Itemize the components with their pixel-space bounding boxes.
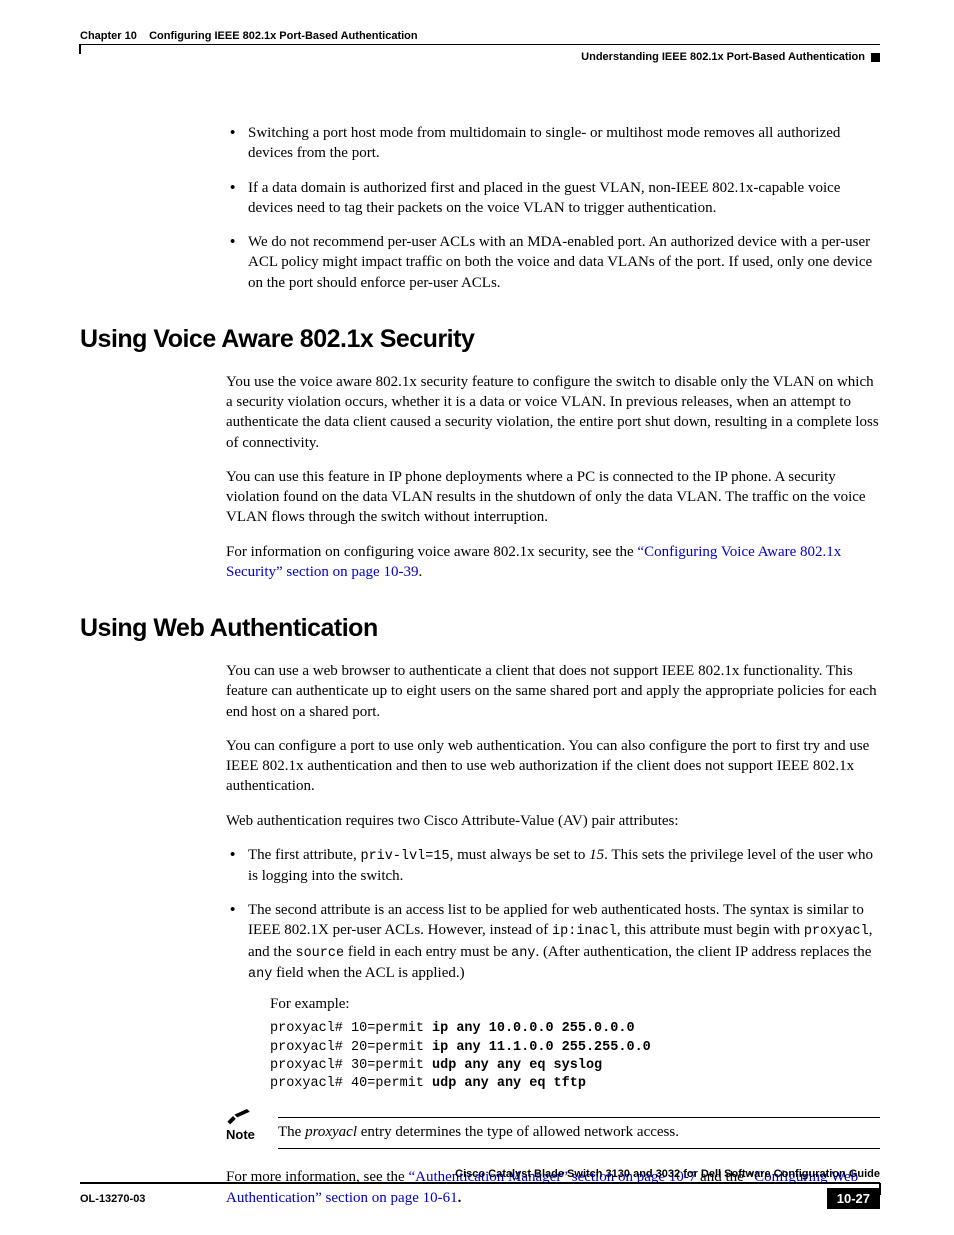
code-block: proxyacl# 10=permit ip any 10.0.0.0 255.… [270,1020,880,1093]
paragraph: You can use this feature in IP phone dep… [226,467,880,528]
example-lead: For example: [270,994,880,1014]
doc-title: Cisco Catalyst Blade Switch 3130 and 303… [80,1168,880,1182]
note-pencil-icon [226,1107,266,1125]
paragraph: Web authentication requires two Cisco At… [226,811,880,831]
section-header: Understanding IEEE 802.1x Port-Based Aut… [80,51,880,63]
intro-bullet-list: Switching a port host mode from multidom… [226,123,880,293]
inline-code: any [511,946,535,961]
running-header: Chapter 10 Configuring IEEE 802.1x Port-… [80,30,880,44]
paragraph: You can use a web browser to authenticat… [226,661,880,722]
paragraph: You can configure a port to use only web… [226,736,880,797]
note-rule-after [278,1148,880,1149]
web-bullet-list: The first attribute, priv-lvl=15, must a… [226,845,880,1094]
list-item: The first attribute, priv-lvl=15, must a… [226,845,880,886]
inline-code: source [295,946,344,961]
header-marker-icon [871,53,880,62]
section-title: Understanding IEEE 802.1x Port-Based Aut… [581,51,865,63]
header-rule [80,44,880,45]
chapter-label: Chapter 10 [80,30,137,42]
paragraph: You use the voice aware 802.1x security … [226,372,880,453]
page-number: 10-27 [827,1188,880,1209]
doc-id: OL-13270-03 [80,1193,145,1205]
inline-code: any [248,967,272,982]
list-item: The second attribute is an access list t… [226,900,880,1093]
page-footer: Cisco Catalyst Blade Switch 3130 and 303… [80,1168,880,1209]
heading-voice-aware: Using Voice Aware 802.1x Security [80,325,880,354]
inline-code: priv-lvl=15 [360,849,449,864]
list-item: If a data domain is authorized first and… [226,178,880,219]
note-text: The proxyacl entry determines the type o… [278,1122,880,1142]
note-label: Note [226,1127,266,1142]
paragraph: For information on configuring voice awa… [226,542,880,583]
inline-code: ip:inacl [552,924,617,939]
footer-rule [80,1182,880,1184]
list-item: We do not recommend per-user ACLs with a… [226,232,880,293]
heading-web-auth: Using Web Authentication [80,614,880,643]
inline-code: proxyacl [804,924,869,939]
list-item: Switching a port host mode from multidom… [226,123,880,164]
chapter-title: Configuring IEEE 802.1x Port-Based Authe… [149,30,418,42]
note-rule [278,1117,880,1118]
note-block: Note The proxyacl entry determines the t… [226,1107,880,1142]
